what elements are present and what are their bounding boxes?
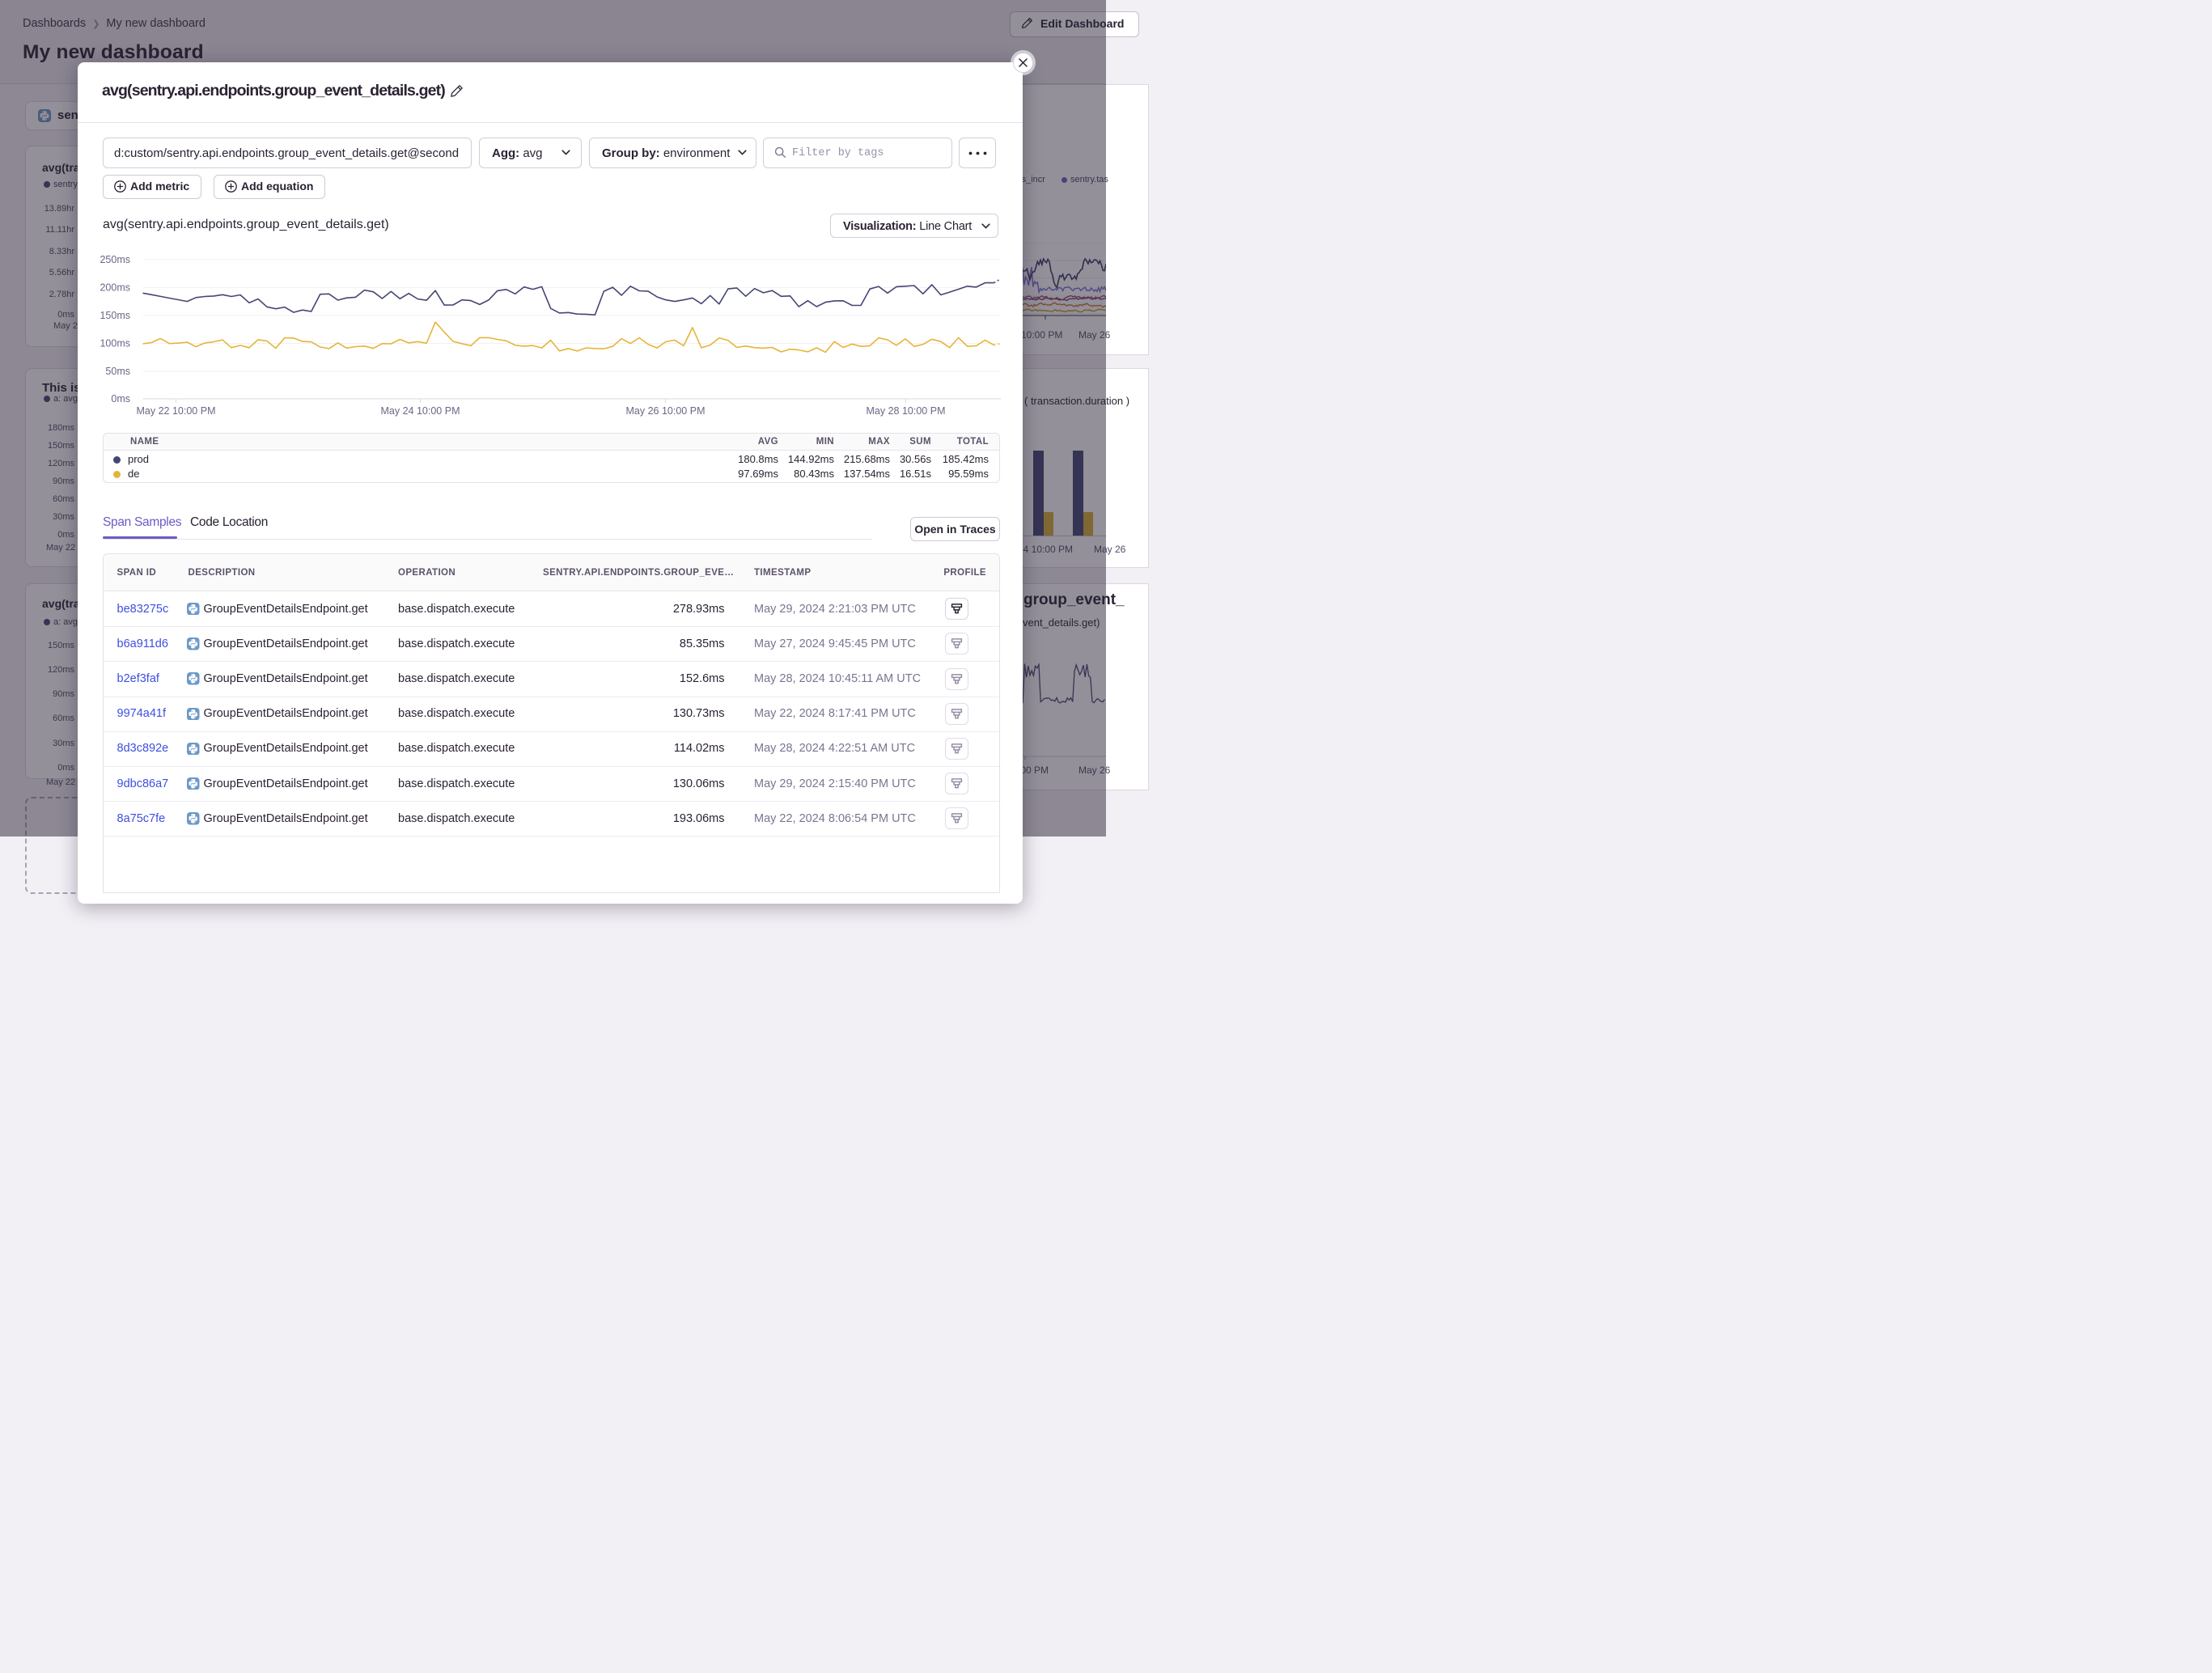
svg-text:150ms: 150ms	[100, 310, 130, 321]
svg-text:250ms: 250ms	[100, 254, 130, 265]
svg-text:May 24 10:00 PM: May 24 10:00 PM	[380, 405, 460, 417]
svg-text:May 22 10:00 PM: May 22 10:00 PM	[136, 405, 215, 417]
svg-text:200ms: 200ms	[100, 282, 130, 294]
svg-text:May 26 10:00 PM: May 26 10:00 PM	[625, 405, 705, 417]
svg-text:0ms: 0ms	[111, 393, 130, 404]
svg-text:50ms: 50ms	[105, 366, 130, 377]
svg-text:May 28 10:00 PM: May 28 10:00 PM	[866, 405, 945, 417]
svg-text:100ms: 100ms	[100, 338, 130, 349]
